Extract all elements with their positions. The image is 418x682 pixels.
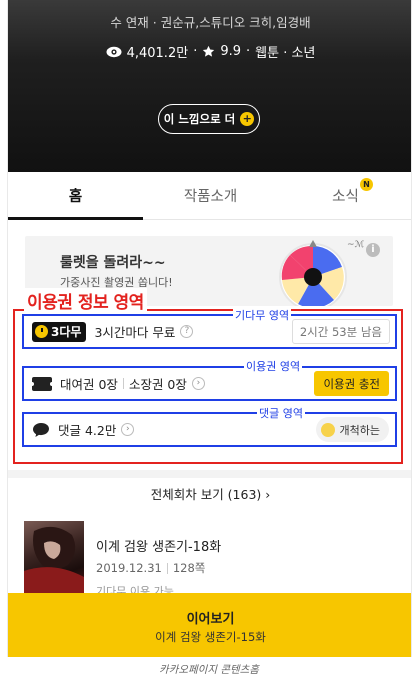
episode-date: 2019.12.31 — [96, 561, 162, 575]
figure-caption: 카카오페이지 콘텐츠홈 — [159, 664, 259, 676]
continue-reading-button[interactable]: 이어보기 이계 검왕 생존기-15화 — [8, 593, 411, 657]
eye-icon — [106, 46, 122, 58]
genre-label: 웹툰 · 소년 — [255, 46, 316, 61]
ticket-info-annotation-box — [13, 309, 403, 464]
tab-introduction[interactable]: 작품소개 — [143, 172, 278, 219]
info-icon[interactable]: i — [366, 243, 380, 257]
stats-line: 4,401.2만 · 9.9 · 웹툰 · 소년 — [8, 42, 411, 61]
episode-meta: 2019.12.31 128쪽 — [96, 560, 205, 576]
content-tabs: 홈 작품소개 소식 N — [8, 172, 411, 220]
all-episodes-link[interactable]: 전체회차 보기 (163) › — [8, 484, 411, 503]
star-icon — [202, 45, 215, 58]
section-divider — [8, 470, 411, 478]
episode-title[interactable]: 이계 검왕 생존기-18화 — [96, 536, 221, 555]
chevron-right-icon: › — [265, 487, 271, 502]
episode-thumbnail[interactable] — [24, 521, 84, 595]
tab-home[interactable]: 홈 — [8, 172, 143, 220]
new-badge: N — [360, 178, 373, 191]
annotation-label-comment: 댓글 영역 — [257, 407, 305, 420]
similar-more-button[interactable]: 이 느낌으로 더 + — [158, 104, 260, 134]
tab-news[interactable]: 소식 N — [278, 172, 411, 219]
roulette-wheel-icon — [279, 240, 347, 306]
banner-title: 룰렛을 돌려라~~ — [60, 255, 166, 271]
app-frame: 수 연재 · 권순규,스튜디오 크히,임경배 4,401.2만 · 9.9 · … — [7, 0, 412, 657]
hero-header: 수 연재 · 권순규,스튜디오 크히,임경배 4,401.2만 · 9.9 · … — [8, 0, 411, 172]
plus-icon: + — [240, 112, 255, 126]
annotation-label-gidamu: 기다무 영역 — [233, 309, 292, 322]
banner-doodle: ~ℳ — [347, 240, 365, 250]
continue-subtitle: 이계 검왕 생존기-15화 — [155, 630, 266, 644]
authors-line: 수 연재 · 권순규,스튜디오 크히,임경배 — [110, 15, 311, 30]
episode-pages: 128쪽 — [172, 561, 206, 575]
views-count: 4,401.2만 — [126, 46, 189, 61]
annotation-label-ticket: 이용권 영역 — [244, 360, 303, 373]
annotation-title: 이용권 정보 영역 — [24, 288, 147, 313]
rating-value: 9.9 — [220, 44, 242, 59]
more-button-label: 이 느낌으로 더 — [163, 112, 236, 126]
continue-title: 이어보기 — [186, 612, 235, 627]
